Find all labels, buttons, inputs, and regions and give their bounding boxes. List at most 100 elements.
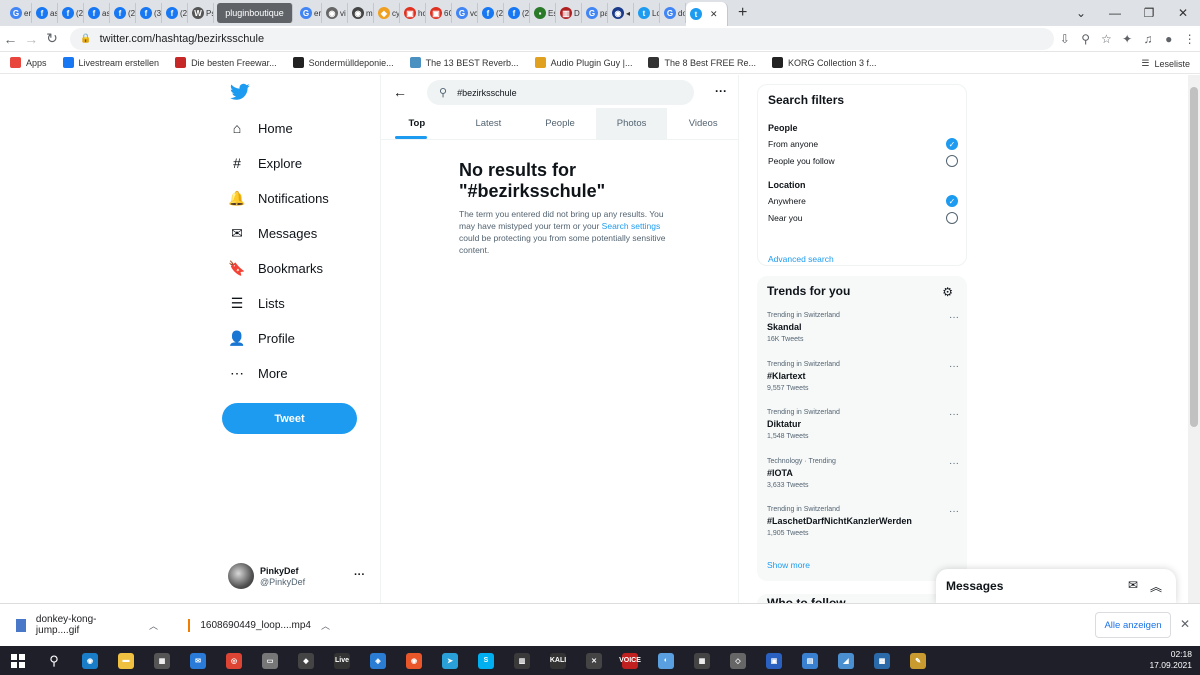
minimize-button[interactable]: — bbox=[1098, 6, 1132, 20]
media-icon[interactable]: ♫ bbox=[1138, 32, 1159, 46]
taskbar-app[interactable]: ◇ bbox=[724, 646, 752, 675]
profile-avatar-icon[interactable]: ● bbox=[1158, 32, 1179, 46]
gear-icon[interactable]: ⚙ bbox=[942, 285, 953, 299]
more-icon[interactable]: ··· bbox=[949, 312, 959, 323]
bookmark-item[interactable]: The 13 BEST Reverb... bbox=[409, 57, 519, 68]
taskbar-app[interactable]: ▩ bbox=[868, 646, 896, 675]
tab-4[interactable]: f (2 bbox=[110, 3, 136, 23]
search-input[interactable]: ⚲ #bezirksschule bbox=[427, 80, 694, 105]
filter-option[interactable]: People you follow bbox=[768, 155, 958, 167]
zoom-icon[interactable]: ⚲ bbox=[1075, 32, 1096, 46]
account-switcher[interactable]: PinkyDef @PinkyDef bbox=[228, 563, 305, 589]
radio-checked-icon[interactable]: ✓ bbox=[946, 195, 958, 207]
tab2-4[interactable]: ▣ hc bbox=[400, 3, 426, 23]
tweet-button[interactable]: Tweet bbox=[222, 403, 357, 434]
tab-search-icon[interactable]: ⌄ bbox=[1064, 6, 1098, 20]
advanced-search-link[interactable]: Advanced search bbox=[768, 254, 834, 264]
filter-option[interactable]: Anywhere ✓ bbox=[768, 195, 958, 207]
taskbar-app[interactable]: ✎ bbox=[904, 646, 932, 675]
more-icon[interactable]: ··· bbox=[949, 361, 959, 372]
taskbar-app[interactable]: KALI bbox=[544, 646, 572, 675]
search-taskbar-icon[interactable]: ⚲ bbox=[40, 646, 68, 675]
taskbar-app[interactable]: ▤ bbox=[796, 646, 824, 675]
filter-option[interactable]: From anyone ✓ bbox=[768, 138, 958, 150]
taskbar-app[interactable]: VOICE bbox=[616, 646, 644, 675]
nav-notifications[interactable]: 🔔 Notifications bbox=[228, 189, 329, 207]
taskbar-app[interactable]: ▦ bbox=[688, 646, 716, 675]
trend-item[interactable]: Technology · Trending #IOTA 3,633 Tweets ··… bbox=[767, 458, 959, 489]
tab-3[interactable]: f as bbox=[84, 3, 110, 23]
install-icon[interactable]: ⇩ bbox=[1054, 32, 1075, 46]
back-button[interactable]: ← bbox=[0, 31, 21, 47]
taskbar-app[interactable]: ➤ bbox=[436, 646, 464, 675]
restore-button[interactable]: ❐ bbox=[1132, 6, 1166, 20]
bookmark-item[interactable]: The 8 Best FREE Re... bbox=[648, 57, 756, 68]
bookmark-star-icon[interactable]: ☆ bbox=[1096, 32, 1117, 46]
bookmark-item[interactable]: Die besten Freewar... bbox=[175, 57, 277, 68]
scrollbar-thumb[interactable] bbox=[1190, 87, 1198, 427]
tab2-5[interactable]: ▣6C bbox=[426, 3, 452, 23]
taskbar-app[interactable]: ▥ bbox=[508, 646, 536, 675]
trend-item[interactable]: Trending in Switzerland #Klartext 9,557 Tw… bbox=[767, 361, 959, 392]
nav-profile[interactable]: 👤 Profile bbox=[228, 329, 295, 347]
search-settings-link[interactable]: Search settings bbox=[602, 221, 661, 231]
taskbar-app[interactable]: ▦ bbox=[148, 646, 176, 675]
chevron-up-icon[interactable]: ︿ bbox=[149, 619, 158, 632]
show-all-downloads-button[interactable]: Alle anzeigen bbox=[1095, 612, 1171, 638]
tab2-14[interactable]: Gdo bbox=[660, 3, 686, 23]
tab2-0[interactable]: Ger bbox=[296, 3, 322, 23]
taskbar-app[interactable]: ✉ bbox=[184, 646, 212, 675]
tab2-8[interactable]: f (2 bbox=[504, 3, 530, 23]
taskbar-app[interactable]: ◐ bbox=[652, 646, 680, 675]
tab-people[interactable]: People bbox=[524, 108, 596, 139]
messages-dock[interactable]: Messages ✉ ︽ bbox=[936, 569, 1176, 603]
taskbar-app[interactable]: ▭ bbox=[256, 646, 284, 675]
taskbar-app[interactable]: ◢ bbox=[832, 646, 860, 675]
nav-home[interactable]: ⌂ Home bbox=[228, 119, 293, 137]
filter-option[interactable]: Near you bbox=[768, 212, 958, 224]
tab-7[interactable]: WPs bbox=[188, 3, 214, 23]
taskbar-app[interactable]: ◉ bbox=[76, 646, 104, 675]
taskbar-app[interactable]: ✕ bbox=[580, 646, 608, 675]
close-tab-icon[interactable]: ✕ bbox=[710, 9, 718, 20]
tab-photos[interactable]: Photos bbox=[595, 108, 668, 139]
nav-bookmarks[interactable]: 🔖 Bookmarks bbox=[228, 259, 323, 277]
system-clock[interactable]: 02:18 17.09.2021 bbox=[1149, 649, 1192, 671]
tab2-12[interactable]: ◉ ◂ bbox=[608, 3, 634, 23]
tab2-3[interactable]: ◆ cy bbox=[374, 3, 400, 23]
tab-1[interactable]: f as bbox=[32, 3, 58, 23]
close-window-button[interactable]: ✕ bbox=[1166, 6, 1200, 20]
more-icon[interactable]: ··· bbox=[949, 506, 959, 517]
download-item[interactable]: 1608690449_loop....mp4 ︿ bbox=[172, 614, 344, 636]
radio-checked-icon[interactable]: ✓ bbox=[946, 138, 958, 150]
radio-empty-icon[interactable] bbox=[946, 212, 958, 224]
expand-icon[interactable]: ︽ bbox=[1150, 578, 1162, 595]
taskbar-app[interactable]: ◆ bbox=[292, 646, 320, 675]
tab2-13[interactable]: tLo bbox=[634, 3, 660, 23]
nav-messages[interactable]: ✉ Messages bbox=[228, 224, 317, 242]
nav-more[interactable]: ⋯ More bbox=[228, 364, 288, 382]
close-icon[interactable]: ✕ bbox=[1180, 617, 1190, 631]
tab2-10[interactable]: ▥ D bbox=[556, 3, 582, 23]
taskbar-app[interactable]: ◎ bbox=[220, 646, 248, 675]
trend-item[interactable]: Trending in Switzerland #LaschetDarfNicht… bbox=[767, 506, 959, 537]
url-field[interactable]: 🔒 twitter.com/hashtag/bezirksschule bbox=[70, 27, 1055, 50]
taskbar-app[interactable]: ◉ bbox=[400, 646, 428, 675]
tab2-7[interactable]: f (2 bbox=[478, 3, 504, 23]
taskbar-app[interactable]: ▬ bbox=[112, 646, 140, 675]
bookmark-item[interactable]: Livestream erstellen bbox=[62, 57, 159, 68]
back-arrow-icon[interactable]: ← bbox=[393, 84, 407, 100]
bookmark-item[interactable]: KORG Collection 3 f... bbox=[772, 57, 877, 68]
chevron-up-icon[interactable]: ︿ bbox=[321, 619, 330, 632]
extensions-icon[interactable]: ✦ bbox=[1117, 32, 1138, 46]
show-more-link[interactable]: Show more bbox=[767, 560, 810, 570]
tab2-1[interactable]: ◉ vi bbox=[322, 3, 348, 23]
tab-active-twitter[interactable]: t ✕ bbox=[686, 2, 728, 26]
tab-6[interactable]: f (2 bbox=[162, 3, 188, 23]
taskbar-app[interactable]: ▣ bbox=[760, 646, 788, 675]
nav-explore[interactable]: # Explore bbox=[228, 154, 302, 172]
tab-5[interactable]: f (3 bbox=[136, 3, 162, 23]
taskbar-app[interactable]: S bbox=[472, 646, 500, 675]
tab2-11[interactable]: Gpa bbox=[582, 3, 608, 23]
tab-0[interactable]: Ger bbox=[6, 3, 32, 23]
